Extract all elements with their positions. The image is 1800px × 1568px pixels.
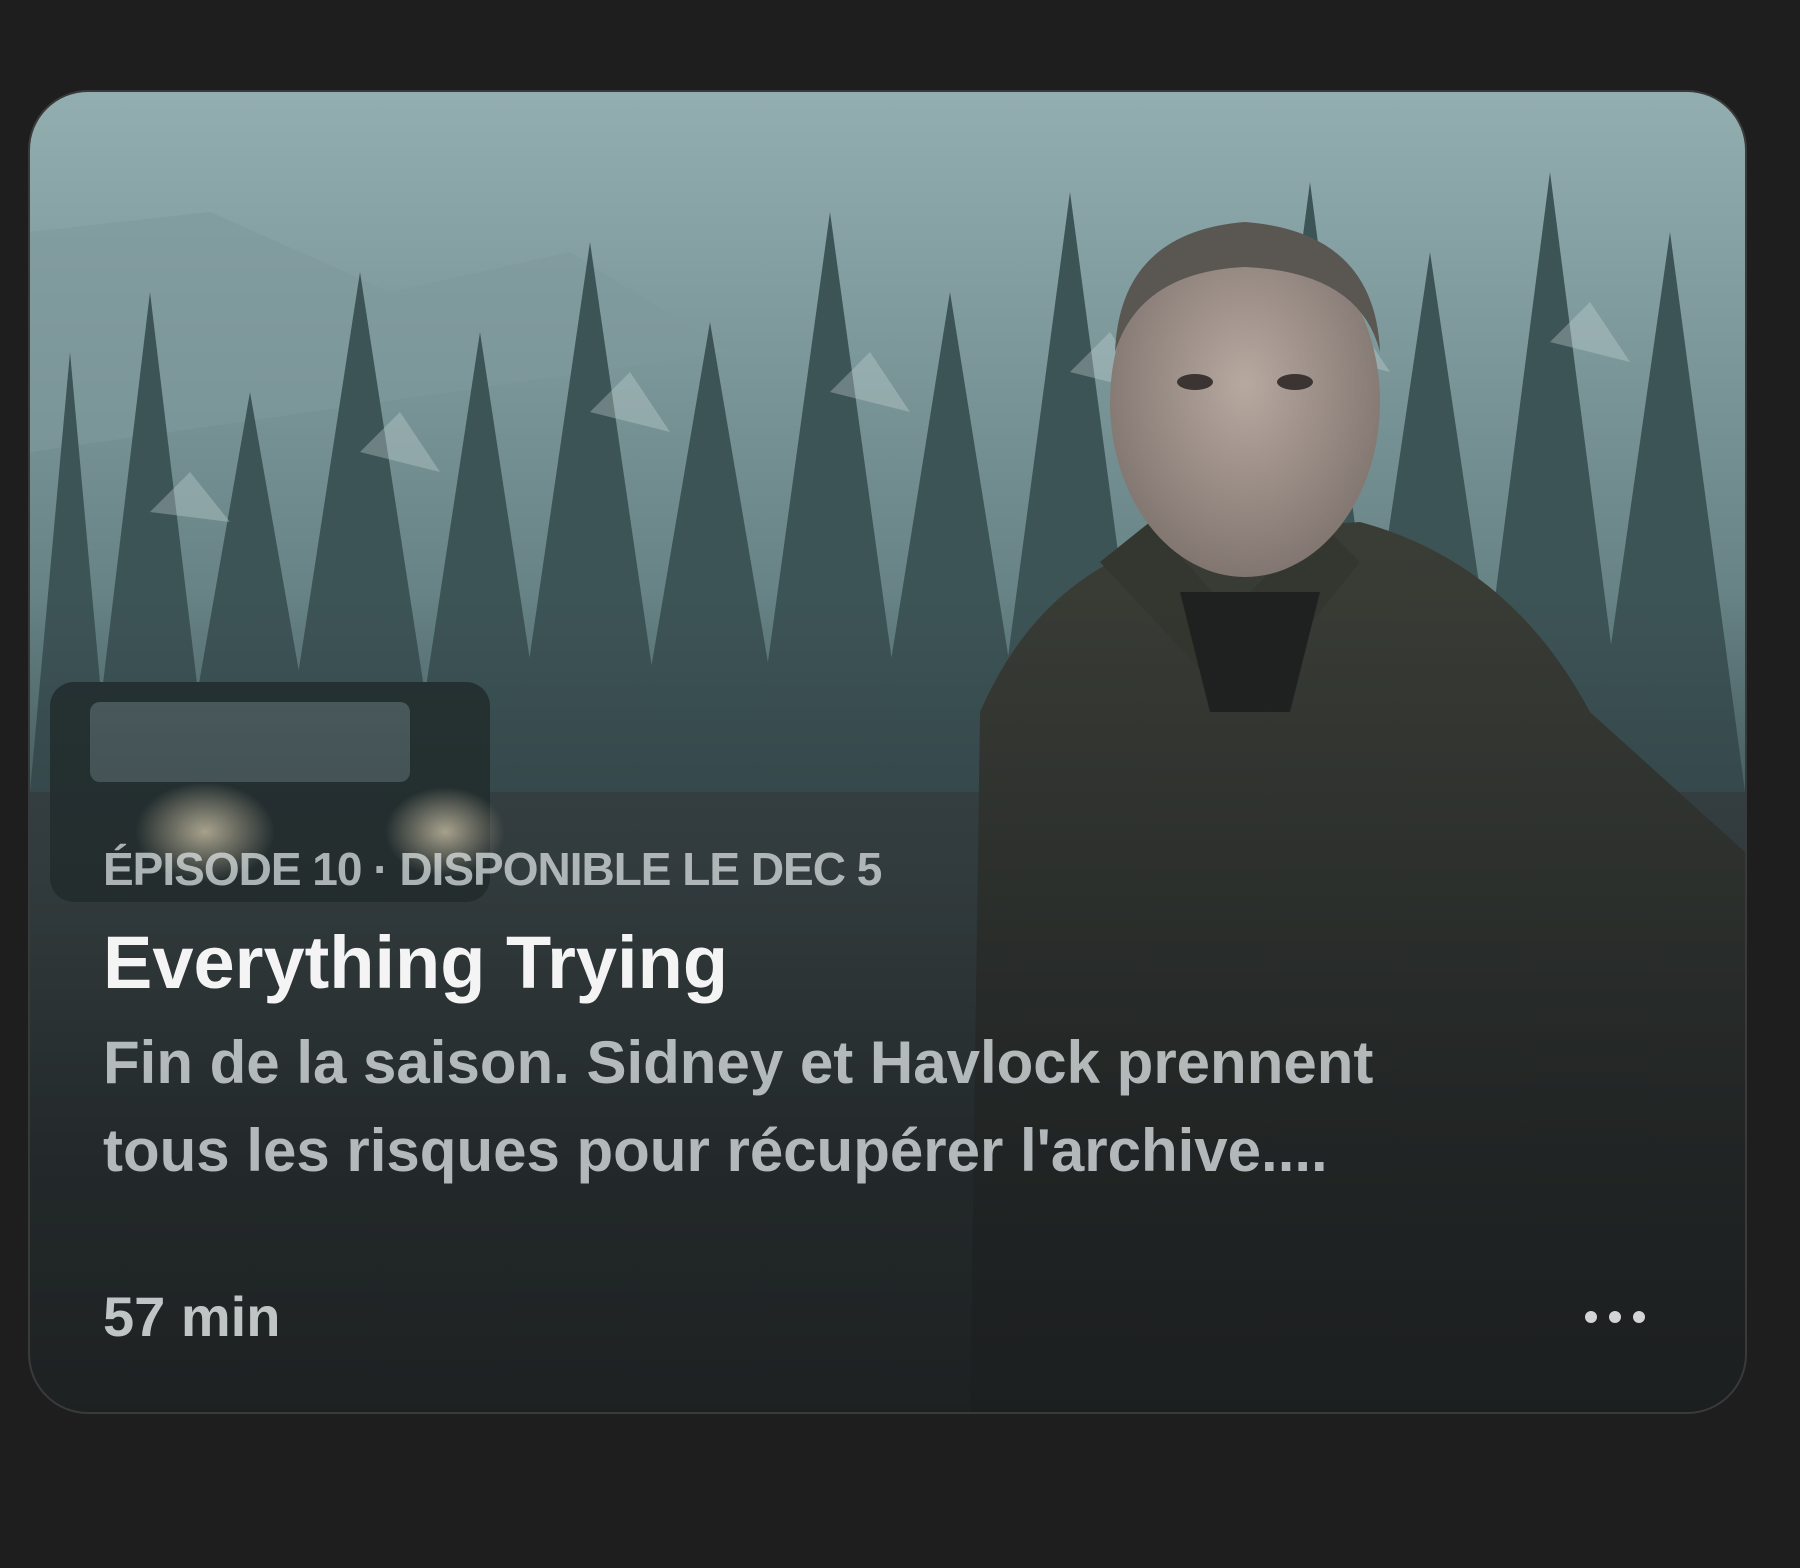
ellipsis-icon bbox=[1633, 1310, 1645, 1323]
ellipsis-icon bbox=[1585, 1310, 1597, 1323]
description-line-1: Fin de la saison. Sidney et Havlock pren… bbox=[103, 1029, 1374, 1096]
more-options-button[interactable] bbox=[1575, 1301, 1655, 1333]
description-line-2: tous les risques pour récupérer l'archiv… bbox=[103, 1117, 1328, 1184]
ellipsis-icon bbox=[1609, 1310, 1621, 1323]
episode-duration: 57 min bbox=[103, 1285, 281, 1348]
episode-footer: 57 min bbox=[103, 1284, 1655, 1349]
episode-card[interactable]: ÉPISODE 10 · DISPONIBLE LE DEC 5 Everyth… bbox=[30, 92, 1745, 1412]
episode-description: Fin de la saison. Sidney et Havlock pren… bbox=[103, 1019, 1663, 1195]
episode-meta: ÉPISODE 10 · DISPONIBLE LE DEC 5 Everyth… bbox=[103, 842, 1665, 1195]
episode-eyebrow: ÉPISODE 10 · DISPONIBLE LE DEC 5 bbox=[103, 843, 882, 895]
episode-title[interactable]: Everything Trying bbox=[103, 920, 1665, 1005]
